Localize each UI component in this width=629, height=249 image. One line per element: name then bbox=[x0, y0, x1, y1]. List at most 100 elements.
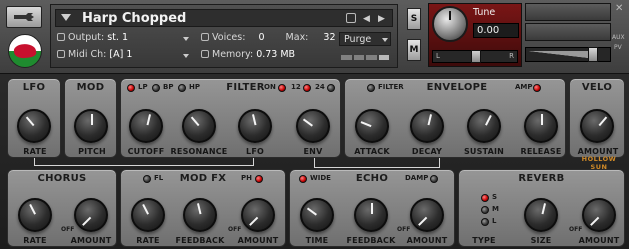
close-icon[interactable]: ✕ bbox=[615, 4, 623, 14]
echo-time-label: TIME bbox=[305, 236, 329, 245]
envelope-decay-knob[interactable] bbox=[410, 109, 444, 143]
echo-panel: WIDE ECHO DAMP TIME FEEDBACK OFF AMOUNT bbox=[289, 169, 455, 247]
solo-button[interactable]: S bbox=[407, 8, 421, 30]
chorus-rate-knob[interactable] bbox=[18, 198, 52, 232]
envelope-release-knob[interactable] bbox=[524, 109, 558, 143]
wrench-icon[interactable] bbox=[6, 6, 42, 28]
pan-left-label: L bbox=[436, 52, 440, 60]
max-voices-value[interactable]: 32 bbox=[323, 32, 335, 43]
reverb-size-label: SIZE bbox=[530, 236, 552, 245]
memory-label: Memory: bbox=[212, 49, 254, 60]
synth-panel-area: LFO RATE MOD PITCH LP BP HP FILTER ON 12… bbox=[0, 74, 629, 249]
tune-label: Tune bbox=[473, 7, 496, 18]
lfo-rate-label: RATE bbox=[23, 147, 47, 156]
pan-slider-thumb[interactable] bbox=[471, 50, 481, 63]
reverb-size-m-led[interactable] bbox=[481, 206, 489, 214]
filter-env-knob[interactable] bbox=[296, 109, 330, 143]
filter-cutoff-knob[interactable] bbox=[129, 109, 163, 143]
reverb-type-label: TYPE bbox=[472, 236, 496, 245]
reverb-amount-knob[interactable] bbox=[582, 198, 616, 232]
reverb-size-s-label: S bbox=[492, 193, 498, 201]
filter-cutoff-label: CUTOFF bbox=[127, 147, 165, 156]
modfx-amount-knob[interactable] bbox=[241, 198, 275, 232]
modfx-rate-knob[interactable] bbox=[131, 198, 165, 232]
purge-dropdown[interactable]: Purge bbox=[339, 32, 391, 46]
envelope-attack-knob[interactable] bbox=[355, 109, 389, 143]
instrument-title-bar: Harp Chopped ◀ ▶ bbox=[55, 9, 393, 27]
mod-title: MOD bbox=[76, 82, 105, 93]
camera-icon[interactable] bbox=[346, 13, 356, 23]
filter-title: FILTER bbox=[226, 82, 265, 93]
mod-pitch-knob[interactable] bbox=[74, 109, 108, 143]
reverb-size-l-led[interactable] bbox=[481, 218, 489, 226]
output-dropdown-icon[interactable] bbox=[183, 37, 189, 41]
purge-label: Purge bbox=[344, 34, 372, 45]
pv-button[interactable]: PV bbox=[614, 44, 622, 51]
output-value: st. 1 bbox=[107, 32, 128, 43]
output-icon bbox=[57, 33, 65, 41]
instrument-name[interactable]: Harp Chopped bbox=[82, 10, 186, 27]
volume-slider[interactable] bbox=[525, 47, 611, 62]
lfo-panel: LFO RATE bbox=[7, 78, 61, 158]
echo-feedback-knob[interactable] bbox=[354, 198, 388, 232]
filter-lfo-knob[interactable] bbox=[238, 109, 272, 143]
envelope-amp-label: AMP bbox=[515, 83, 533, 91]
filter-panel: LP BP HP FILTER ON 12 24 CUTOFF RESONANC… bbox=[120, 78, 341, 158]
voices-value: 0 bbox=[258, 32, 265, 43]
midi-value: [A] 1 bbox=[109, 49, 133, 60]
modfx-feedback-knob[interactable] bbox=[183, 198, 217, 232]
reverb-size-knob[interactable] bbox=[524, 198, 558, 232]
chorus-rate-label: RATE bbox=[23, 236, 47, 245]
modfx-ph-label: PH bbox=[241, 174, 252, 182]
mod-pitch-label: PITCH bbox=[78, 147, 106, 156]
filter-12-led[interactable] bbox=[303, 84, 311, 92]
next-instrument-button[interactable]: ▶ bbox=[378, 11, 385, 27]
modfx-rate-label: RATE bbox=[136, 236, 160, 245]
output-selector[interactable]: Output: st. 1 bbox=[57, 32, 128, 43]
lfo-title: LFO bbox=[22, 82, 46, 93]
chevron-down-icon[interactable] bbox=[61, 14, 71, 21]
volume-slider-thumb[interactable] bbox=[588, 47, 598, 62]
filter-on-led[interactable] bbox=[278, 84, 286, 92]
mute-button[interactable]: M bbox=[407, 39, 421, 61]
midi-label: Midi Ch: bbox=[68, 49, 107, 60]
tune-value[interactable]: 0.00 bbox=[473, 23, 519, 38]
chorus-amount-label: AMOUNT bbox=[70, 236, 112, 245]
lfo-routing-line bbox=[34, 158, 254, 166]
lfo-rate-knob[interactable] bbox=[17, 109, 51, 143]
echo-time-knob[interactable] bbox=[300, 198, 334, 232]
previous-instrument-button[interactable]: ◀ bbox=[363, 11, 370, 27]
filter-12-label: 12 bbox=[291, 83, 301, 91]
envelope-panel: FILTER ENVELOPE AMP ATTACK DECAY SUSTAIN… bbox=[344, 78, 566, 158]
aux-button[interactable]: AUX bbox=[612, 34, 625, 41]
purge-dropdown-icon bbox=[382, 38, 388, 42]
chorus-panel: CHORUS RATE OFF AMOUNT bbox=[7, 169, 117, 247]
tune-knob[interactable] bbox=[432, 6, 468, 42]
echo-off-label: OFF bbox=[397, 226, 411, 233]
reverb-amount-label: AMOUNT bbox=[578, 236, 620, 245]
modfx-ph-led[interactable] bbox=[255, 175, 263, 183]
output-label: Output: bbox=[68, 32, 105, 43]
chorus-amount-knob[interactable] bbox=[74, 198, 108, 232]
pan-slider[interactable]: L R bbox=[432, 50, 518, 63]
echo-amount-knob[interactable] bbox=[410, 198, 444, 232]
level-meter-left bbox=[525, 3, 611, 21]
welsh-flag-icon bbox=[8, 34, 42, 68]
midi-channel-selector[interactable]: Midi Ch: [A] 1 bbox=[57, 49, 132, 60]
reverb-size-s-led[interactable] bbox=[481, 194, 489, 202]
memory-readout: Memory: 0.73 MB bbox=[201, 49, 295, 60]
filter-on-label: ON bbox=[264, 83, 276, 91]
velo-panel: VELO AMOUNT bbox=[569, 78, 625, 158]
filter-resonance-knob[interactable] bbox=[182, 109, 216, 143]
midi-dropdown-icon[interactable] bbox=[183, 54, 189, 58]
echo-damp-led[interactable] bbox=[430, 175, 438, 183]
envelope-amp-led[interactable] bbox=[533, 84, 541, 92]
envelope-sustain-knob[interactable] bbox=[467, 109, 501, 143]
velo-amount-knob[interactable] bbox=[580, 109, 614, 143]
memory-icon bbox=[201, 50, 209, 58]
voices-label: Voices: bbox=[212, 32, 246, 43]
echo-amount-label: AMOUNT bbox=[406, 236, 448, 245]
filter-lp-led[interactable] bbox=[127, 84, 135, 92]
filter-24-led[interactable] bbox=[327, 84, 335, 92]
voices-readout: Voices: 0 Max: 32 bbox=[201, 32, 336, 43]
